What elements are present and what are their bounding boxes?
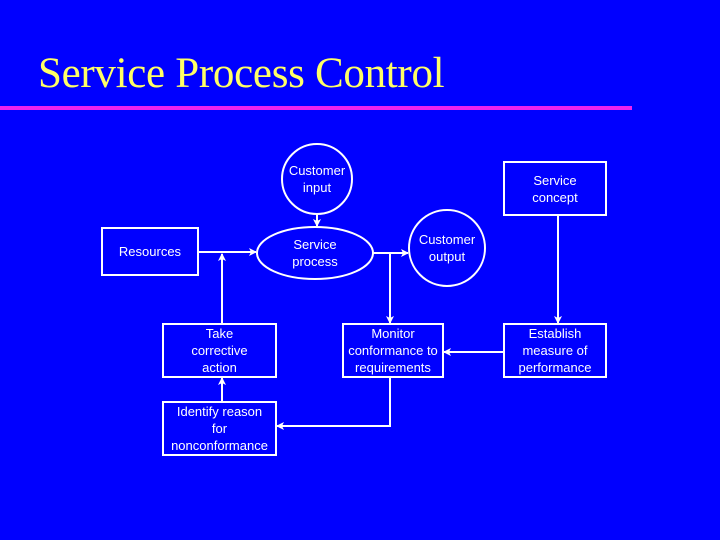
- monitor-conformance-label: Monitor conformance to requirements: [348, 326, 438, 375]
- identify-reason-label: Identify reason for nonconformance: [171, 404, 268, 453]
- edge-monitor-to-identify-reason: [276, 377, 391, 430]
- service-concept-label: Service concept: [532, 172, 578, 205]
- establish-measure-label: Establish measure of performance: [518, 326, 592, 375]
- take-corrective-action-label: Take corrective action: [191, 326, 248, 375]
- customer-input-label: Customer input: [288, 163, 346, 195]
- resources-label: Resources: [118, 244, 182, 259]
- service-process-label: Service process: [292, 237, 338, 269]
- customer-output-label: Customer output: [418, 232, 476, 264]
